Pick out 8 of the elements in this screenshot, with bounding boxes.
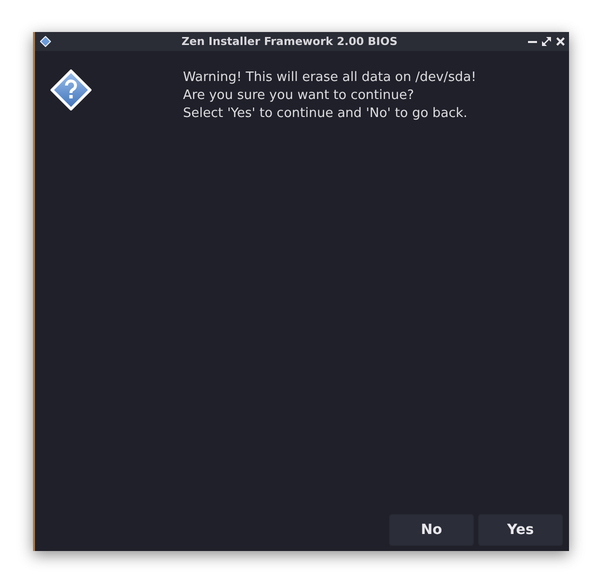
window-title: Zen Installer Framework 2.00 BIOS [180,35,399,48]
close-icon[interactable] [556,37,565,46]
maximize-icon[interactable] [542,37,551,46]
app-icon [40,36,51,47]
question-icon [50,69,92,111]
warning-message: Warning! This will erase all data on /dev/sda! Are you sure you want to continue? Select 'Yes' to continue and 'No' to go back. [183,69,476,123]
dialog-button[interactable]: Yes [478,514,563,546]
dialog-button[interactable]: No [389,514,474,546]
